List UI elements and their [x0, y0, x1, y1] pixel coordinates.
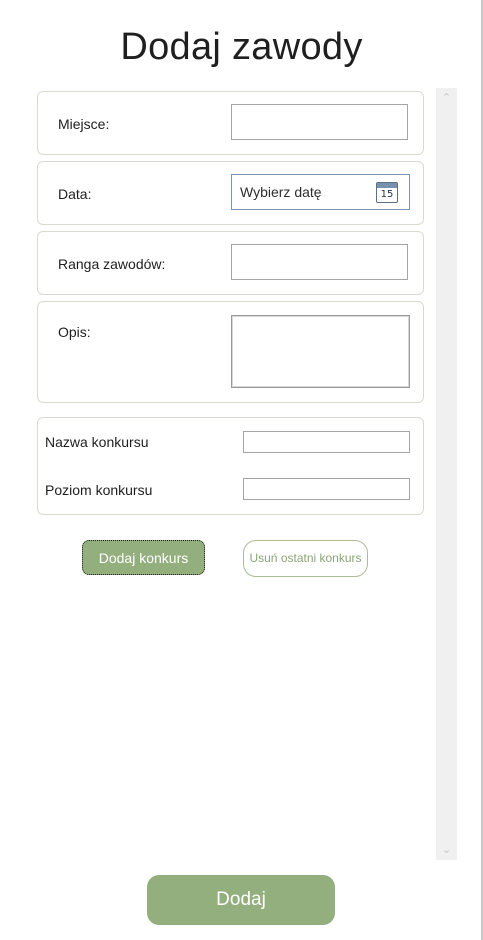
- description-label: Opis:: [58, 324, 91, 340]
- calendar-day: 15: [380, 189, 394, 200]
- description-card: Opis:: [37, 301, 424, 403]
- rank-label: Ranga zawodów:: [58, 256, 166, 272]
- place-card: Miejsce:: [37, 91, 424, 155]
- date-placeholder: Wybierz datę: [240, 184, 322, 200]
- place-label: Miejsce:: [58, 116, 110, 132]
- submit-button[interactable]: Dodaj: [147, 875, 335, 925]
- description-textarea[interactable]: [231, 315, 410, 388]
- chevron-up-icon[interactable]: ⌃: [436, 90, 457, 106]
- chevron-down-icon[interactable]: ⌄: [436, 842, 457, 858]
- rank-card: Ranga zawodów:: [37, 231, 424, 295]
- competition-level-label: Poziom konkursu: [45, 482, 153, 498]
- date-label: Data:: [58, 186, 92, 202]
- competition-level-input[interactable]: [243, 478, 410, 500]
- competition-name-label: Nazwa konkursu: [45, 434, 149, 450]
- date-card: Data: Wybierz datę 15: [37, 161, 424, 225]
- place-input[interactable]: [231, 104, 408, 140]
- competition-name-input[interactable]: [243, 431, 410, 453]
- page-title: Dodaj zawody: [120, 26, 363, 68]
- vertical-scrollbar[interactable]: ⌃ ⌄: [436, 88, 457, 860]
- add-competition-button[interactable]: Dodaj konkurs: [82, 540, 205, 575]
- competition-card: Nazwa konkursu Poziom konkursu: [37, 417, 424, 515]
- rank-input[interactable]: [231, 244, 408, 280]
- date-picker[interactable]: Wybierz datę 15: [231, 174, 410, 210]
- remove-last-competition-button[interactable]: Usuń ostatni konkurs: [243, 540, 368, 577]
- calendar-icon[interactable]: 15: [376, 182, 398, 203]
